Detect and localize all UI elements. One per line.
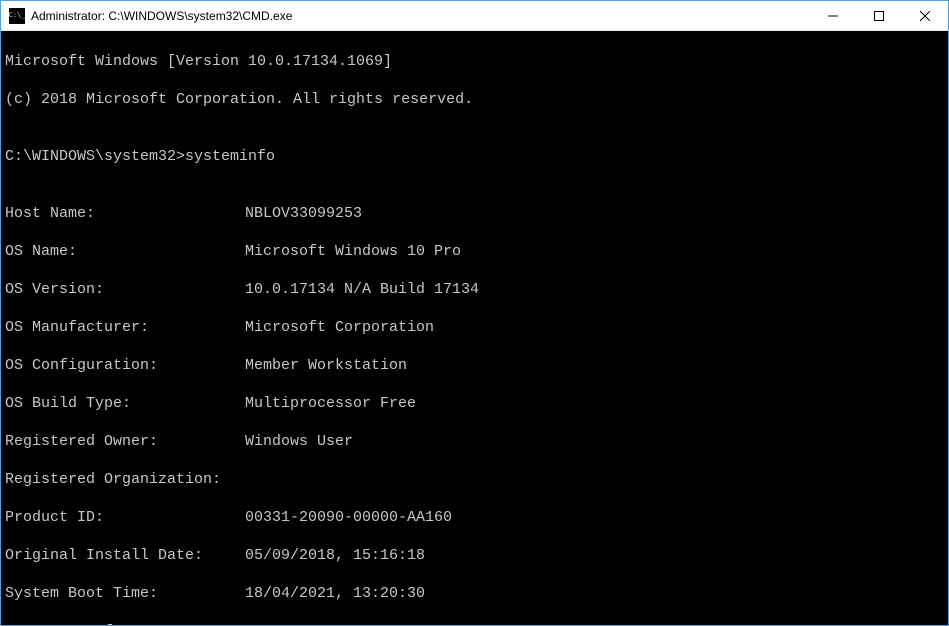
prompt-line: C:\WINDOWS\system32>systeminfo [5, 147, 944, 166]
field-system-manufacturer: System Manufacturer:LENOVO [5, 622, 944, 625]
field-registered-owner: Registered Owner:Windows User [5, 432, 944, 451]
maximize-button[interactable] [856, 1, 902, 31]
window-title: Administrator: C:\WINDOWS\system32\CMD.e… [31, 9, 292, 23]
titlebar[interactable]: Administrator: C:\WINDOWS\system32\CMD.e… [1, 1, 948, 31]
field-product-id: Product ID:00331-20090-00000-AA160 [5, 508, 944, 527]
minimize-button[interactable] [810, 1, 856, 31]
field-os-version: OS Version:10.0.17134 N/A Build 17134 [5, 280, 944, 299]
close-button[interactable] [902, 1, 948, 31]
field-host-name: Host Name:NBLOV33099253 [5, 204, 944, 223]
banner-copyright: (c) 2018 Microsoft Corporation. All righ… [5, 90, 944, 109]
field-os-build-type: OS Build Type:Multiprocessor Free [5, 394, 944, 413]
cmd-icon [9, 8, 25, 24]
field-registered-organization: Registered Organization: [5, 470, 944, 489]
field-system-boot-time: System Boot Time:18/04/2021, 13:20:30 [5, 584, 944, 603]
banner-version: Microsoft Windows [Version 10.0.17134.10… [5, 52, 944, 71]
field-original-install-date: Original Install Date:05/09/2018, 15:16:… [5, 546, 944, 565]
field-os-manufacturer: OS Manufacturer:Microsoft Corporation [5, 318, 944, 337]
field-os-name: OS Name:Microsoft Windows 10 Pro [5, 242, 944, 261]
terminal-output[interactable]: Microsoft Windows [Version 10.0.17134.10… [1, 31, 948, 625]
cmd-window: Administrator: C:\WINDOWS\system32\CMD.e… [0, 0, 949, 626]
field-os-configuration: OS Configuration:Member Workstation [5, 356, 944, 375]
